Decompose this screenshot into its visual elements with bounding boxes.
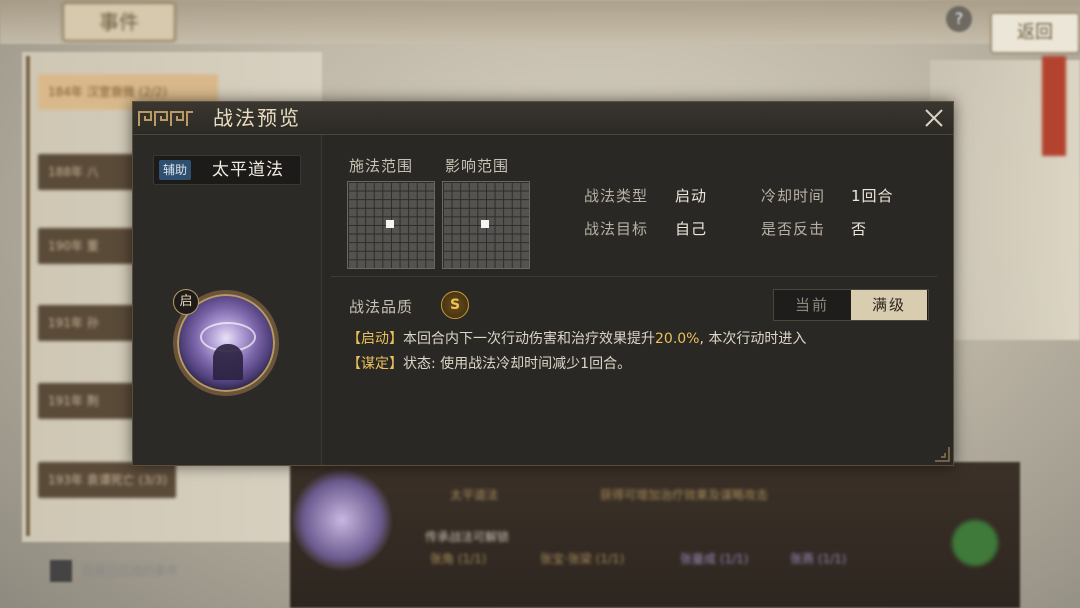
modal-header: 战法预览 xyxy=(133,102,953,135)
bottom-skill-name: 太平道法 xyxy=(450,488,499,502)
skill-target-label: 战法目标 xyxy=(584,220,649,238)
activation-badge: 启 xyxy=(173,289,199,315)
corner-ornament-icon xyxy=(935,447,950,462)
desc-text: 本回合内下一次行动伤害和治疗效果提升 xyxy=(403,331,655,347)
bottom-tag: 张燕 (1/1) xyxy=(790,552,847,566)
description-line: 【启动】本回合内下一次行动伤害和治疗效果提升20.0%, 本次行动时进入 xyxy=(347,327,947,352)
cooldown-label: 冷却时间 xyxy=(761,187,826,205)
level-max-tab[interactable]: 满级 xyxy=(851,290,927,320)
desc-text: , 本次行动时进入 xyxy=(699,331,807,347)
close-icon[interactable] xyxy=(923,107,945,129)
skill-description: 【启动】本回合内下一次行动伤害和治疗效果提升20.0%, 本次行动时进入 【谋定… xyxy=(347,327,947,377)
level-current-tab[interactable]: 当前 xyxy=(774,290,850,320)
modal-title: 战法预览 xyxy=(213,106,301,130)
event-detail-panel xyxy=(290,462,1020,608)
effect-range-grid xyxy=(442,181,530,269)
skill-name: 太平道法 xyxy=(212,160,284,180)
skill-target-value: 自己 xyxy=(675,220,708,238)
bottom-skill-medal[interactable] xyxy=(292,470,392,570)
skill-type-tag: 辅助 xyxy=(159,160,192,180)
help-icon[interactable]: ? xyxy=(946,6,972,32)
skill-preview-modal: 战法预览 辅助 太平道法 启 施法范围 影响范围 战法类型 启动 冷却时间 1回… xyxy=(132,101,954,466)
return-button[interactable]: 返回 xyxy=(990,12,1080,54)
event-item[interactable]: 193年 袁谭死亡 (3/3) xyxy=(38,462,176,498)
bottom-tag: 张曼成 (1/1) xyxy=(680,552,749,566)
level-toggle: 当前 满级 xyxy=(773,289,929,321)
ornament-icon xyxy=(138,111,193,126)
desc-tag-activate: 【启动】 xyxy=(347,331,403,347)
events-title-tab: 事件 xyxy=(62,2,176,42)
bottom-tag: 张角 (1/1) xyxy=(430,552,487,566)
cast-range-label: 施法范围 xyxy=(349,157,414,175)
skill-summary-column: 辅助 太平道法 启 xyxy=(133,135,322,465)
skill-type-label: 战法类型 xyxy=(584,187,649,205)
description-line: 【谋定】状态: 使用战法冷却时间减少1回合。 xyxy=(347,352,947,377)
counter-value: 否 xyxy=(851,220,868,238)
range-center-cell xyxy=(481,220,489,228)
skill-quality-badge: S xyxy=(441,291,469,319)
skill-type-value: 启动 xyxy=(675,187,708,205)
effect-range-label: 影响范围 xyxy=(445,157,510,175)
desc-value: 20.0% xyxy=(655,331,700,347)
bottom-tag: 张宝·张梁 (1/1) xyxy=(540,552,625,566)
range-center-cell xyxy=(386,220,394,228)
hide-completed-label: 隐藏已达成的事件 xyxy=(82,564,179,578)
counter-label: 是否反击 xyxy=(761,220,826,238)
monk-figure-icon xyxy=(213,344,243,380)
skill-name-box: 辅助 太平道法 xyxy=(153,155,301,185)
story-banner xyxy=(1042,56,1066,156)
desc-tag-plotting: 【谋定】 xyxy=(347,356,403,372)
hide-completed-checkbox[interactable] xyxy=(50,560,72,582)
bottom-skill-desc: 获得可增加治疗效果及谋略攻击 xyxy=(600,488,769,502)
cooldown-value: 1回合 xyxy=(851,187,894,205)
divider xyxy=(331,276,937,277)
timeline-line xyxy=(26,56,30,536)
desc-text: 状态: 使用战法冷却时间减少1回合。 xyxy=(403,356,632,372)
skill-quality-label: 战法品质 xyxy=(349,298,414,316)
cast-range-grid xyxy=(347,181,435,269)
bottom-hint: 传承战法可解锁 xyxy=(425,530,510,544)
map-marker-icon[interactable] xyxy=(952,520,998,566)
